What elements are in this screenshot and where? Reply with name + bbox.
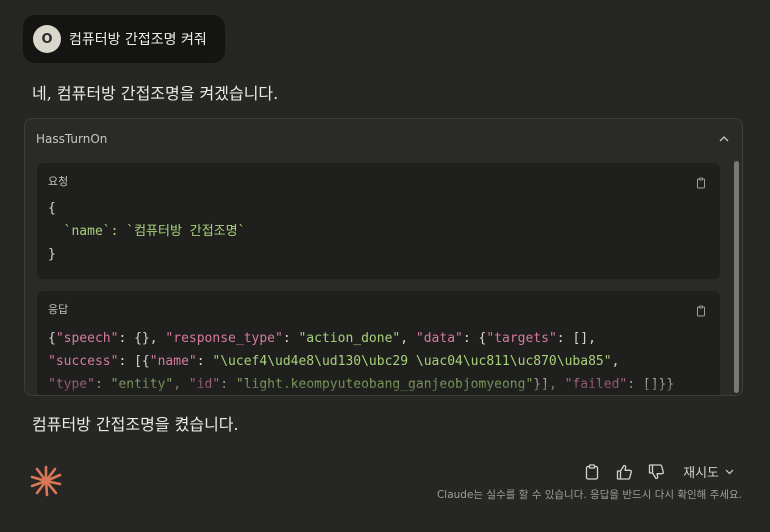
tool-call-header[interactable]: HassTurnOn (25, 119, 742, 159)
code-line: } (48, 247, 56, 262)
tool-call-card: HassTurnOn 요청 { `name`: `컴퓨터방 간접조명` } 응답 (24, 118, 743, 396)
user-message-text: 컴퓨터방 간접조명 켜줘 (69, 32, 207, 48)
assistant-reply-intro: 네, 컴퓨터방 간접조명을 켜겠습니다. (32, 84, 279, 103)
code-line: {"speech": {}, "response_type": "action_… (48, 331, 596, 346)
code-line: "success": [{"name": "\ucef4\ud4e8\ud130… (48, 354, 620, 369)
code-line: { (48, 201, 56, 216)
copy-icon[interactable] (583, 463, 601, 481)
copy-icon[interactable] (695, 302, 707, 317)
code-line: "type": "entity", "id": "light.keompyute… (48, 377, 675, 392)
chevron-up-icon[interactable] (717, 132, 731, 146)
thumbs-up-icon[interactable] (615, 463, 633, 481)
request-label: 요청 (48, 175, 69, 188)
retry-label: 재시도 (683, 466, 719, 481)
assistant-reply-final: 컴퓨터방 간접조명을 켰습니다. (32, 415, 239, 434)
copy-icon[interactable] (695, 174, 707, 189)
request-code: { `name`: `컴퓨터방 간접조명` } (48, 197, 245, 266)
response-code: {"speech": {}, "response_type": "action_… (48, 327, 674, 395)
response-panel: 응답 {"speech": {}, "response_type": "acti… (37, 291, 720, 395)
code-line: `name`: `컴퓨터방 간접조명` (48, 224, 246, 239)
retry-button[interactable]: 재시도 (683, 462, 734, 481)
scrollbar[interactable] (734, 161, 739, 393)
thumbs-down-icon[interactable] (647, 463, 665, 481)
request-panel: 요청 { `name`: `컴퓨터방 간접조명` } (37, 163, 720, 279)
response-label: 응답 (48, 303, 69, 316)
chevron-down-icon (725, 464, 734, 479)
disclaimer-text: Claude는 실수를 할 수 있습니다. 응답을 반드시 다시 확인해 주세요… (436, 489, 742, 501)
message-actions: 재시도 (583, 462, 734, 481)
user-message-bubble: O 컴퓨터방 간접조명 켜줘 (23, 15, 225, 63)
claude-logo-icon (30, 465, 62, 497)
tool-name: HassTurnOn (36, 132, 108, 146)
tool-call-body: 요청 { `name`: `컴퓨터방 간접조명` } 응답 {"speech":… (37, 163, 720, 395)
user-avatar: O (33, 25, 61, 53)
